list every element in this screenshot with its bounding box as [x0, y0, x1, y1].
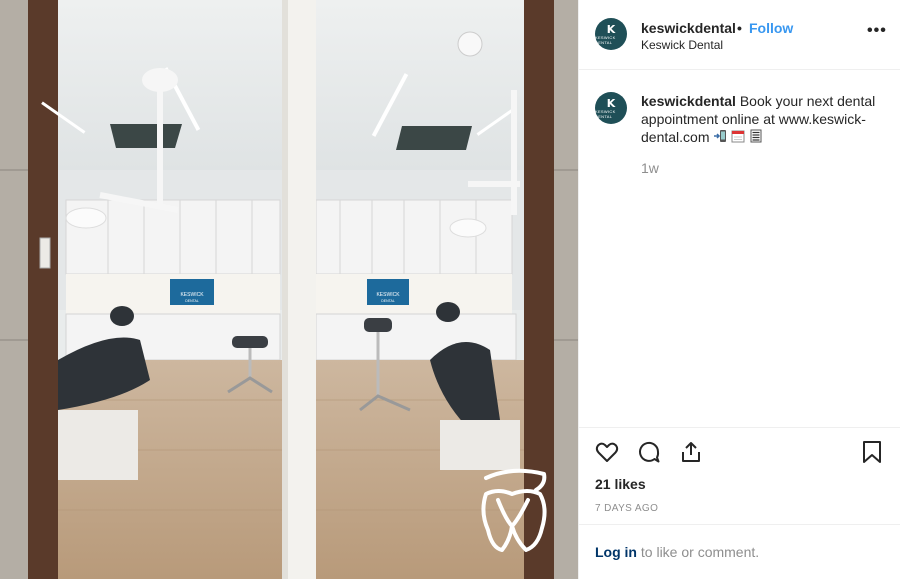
avatar-monogram: K [606, 22, 616, 36]
action-bar [579, 427, 900, 468]
instagram-post: KESWICK DENTAL KESWICK DENTAL K KESWICK … [0, 0, 900, 579]
monitor-sub-left: DENTAL [185, 299, 199, 303]
dental-office-photo: KESWICK DENTAL KESWICK DENTAL [0, 0, 578, 579]
share-icon[interactable] [679, 440, 703, 469]
username-link[interactable]: keswickdental [641, 20, 736, 36]
caption-text: keswickdental Book your next dental appo… [641, 92, 891, 147]
post-date: 7 DAYS AGO [595, 503, 659, 514]
mobile-phone-arrow-icon [713, 129, 727, 147]
separator-dot: • [737, 20, 742, 36]
likes-count[interactable]: 21 likes [595, 476, 646, 492]
caption-username[interactable]: keswickdental [641, 93, 736, 109]
follow-button[interactable]: Follow [749, 20, 793, 36]
post-header: K KESWICK DENTAL keswickdental • Follow … [579, 0, 900, 70]
monitor-brand-left: KESWICK [180, 292, 204, 298]
bookmark-icon[interactable] [861, 440, 883, 469]
monitor-brand-right: KESWICK [376, 292, 400, 298]
comment-icon[interactable] [637, 440, 661, 469]
heart-icon[interactable] [595, 440, 619, 469]
login-link[interactable]: Log in [595, 544, 637, 560]
post-sidebar: K KESWICK DENTAL keswickdental • Follow … [578, 0, 900, 579]
monitor-sub-right: DENTAL [381, 299, 395, 303]
caption-time-ago: 1w [641, 160, 659, 176]
caption-avatar-monogram: K [606, 96, 616, 110]
login-rest: to like or comment. [637, 544, 760, 560]
calendar-icon [731, 129, 745, 147]
caption-avatar[interactable]: K KESWICK DENTAL [595, 92, 627, 124]
login-prompt: Log in to like or comment. [579, 524, 900, 579]
avatar[interactable]: K KESWICK DENTAL [595, 18, 627, 50]
post-photo[interactable]: KESWICK DENTAL KESWICK DENTAL [0, 0, 578, 579]
display-name: Keswick Dental [641, 38, 724, 52]
memo-icon [749, 129, 763, 147]
caption-avatar-brand: KESWICK DENTAL [595, 108, 616, 119]
avatar-brand: KESWICK DENTAL [595, 34, 616, 45]
more-options-icon[interactable]: ••• [867, 22, 887, 40]
